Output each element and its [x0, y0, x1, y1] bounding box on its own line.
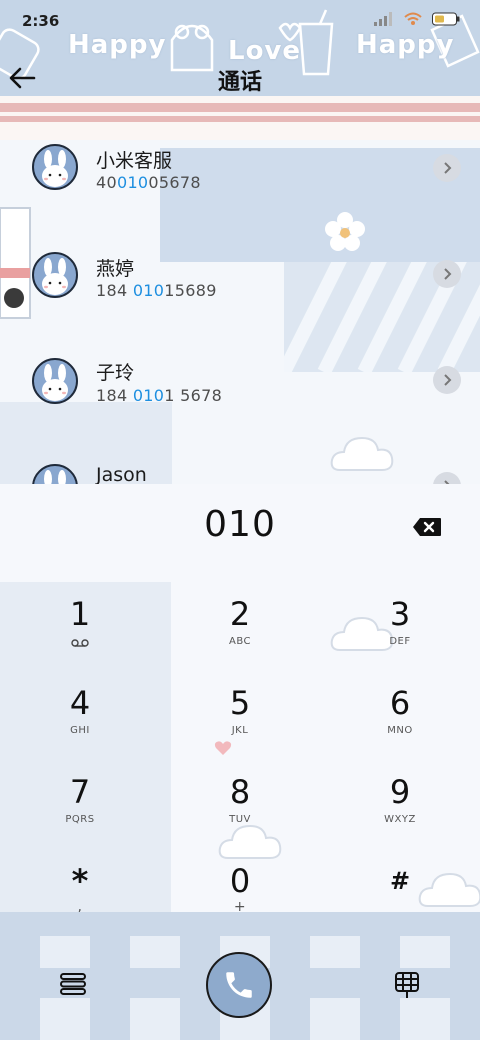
- backspace-icon[interactable]: [412, 517, 442, 537]
- contact-row[interactable]: 小米客服 4001005678: [0, 140, 480, 240]
- chevron-right-icon[interactable]: [433, 366, 461, 394]
- dial-key-6[interactable]: 6 MNO: [320, 671, 480, 760]
- battery-icon: [432, 12, 460, 26]
- contact-number: 184 01015689: [96, 281, 217, 300]
- key-letters: JKL: [231, 725, 249, 736]
- voicemail-icon: [71, 639, 89, 647]
- dial-key-4[interactable]: 4 GHI: [0, 671, 160, 760]
- key-digit: #: [389, 867, 411, 895]
- contact-row[interactable]: 子玲 184 0101 5678: [0, 356, 480, 456]
- contact-number: 184 0101 5678: [96, 386, 223, 405]
- chevron-right-icon[interactable]: [433, 154, 461, 182]
- key-letters: TUV: [229, 814, 251, 825]
- chevron-right-icon[interactable]: [433, 260, 461, 288]
- contact-name: 子玲: [96, 362, 135, 384]
- key-letters: MNO: [387, 725, 413, 736]
- dial-key-9[interactable]: 9 WXYZ: [320, 760, 480, 849]
- avatar: [32, 464, 78, 485]
- key-digit: 5: [229, 684, 251, 722]
- key-digit: 6: [389, 684, 411, 722]
- status-icons: [374, 12, 460, 26]
- header-deco-text: Happy: [356, 30, 455, 60]
- contact-list[interactable]: 小米客服 4001005678 燕婷 184 01015689 子玲 184 0…: [0, 140, 480, 485]
- header: Happy Love Happy 2:36 通话: [0, 0, 480, 96]
- contact-name: Jason: [96, 464, 147, 485]
- dialpad-icon[interactable]: [395, 972, 419, 1000]
- key-digit: 4: [69, 684, 91, 722]
- bunny-avatar-icon: [42, 258, 68, 295]
- contact-name: 小米客服: [96, 150, 173, 172]
- call-button[interactable]: [206, 952, 272, 1018]
- key-digit: 7: [69, 773, 91, 811]
- decorative-stripes: [0, 96, 480, 140]
- avatar: [32, 252, 78, 298]
- signal-icon: [374, 12, 392, 26]
- contact-name: 燕婷: [96, 258, 135, 280]
- wifi-icon: [404, 12, 422, 25]
- key-letters: GHI: [70, 725, 90, 736]
- contact-number: 4001005678: [96, 173, 201, 192]
- phone-icon: [226, 972, 252, 998]
- contact-row[interactable]: 燕婷 184 01015689: [0, 248, 480, 348]
- key-letters: DEF: [389, 636, 411, 647]
- key-letters: WXYZ: [384, 814, 416, 825]
- header-deco-text: Happy: [68, 30, 167, 60]
- dial-key-5[interactable]: 5 JKL: [160, 671, 320, 760]
- key-digit: *: [71, 862, 89, 900]
- bunny-avatar-icon: [42, 150, 68, 187]
- bunny-avatar-icon: [44, 470, 66, 485]
- dial-key-8[interactable]: 8 TUV: [160, 760, 320, 849]
- key-letters: ABC: [228, 636, 251, 647]
- dial-key-3[interactable]: 3 DEF: [320, 582, 480, 671]
- avatar: [32, 358, 78, 404]
- dial-key-7[interactable]: 7 PQRS: [0, 760, 160, 849]
- menu-icon[interactable]: [60, 972, 86, 996]
- key-digit: 1: [69, 595, 91, 633]
- avatar: [32, 144, 78, 190]
- page-title: 通话: [217, 70, 262, 95]
- key-digit: 3: [389, 595, 411, 633]
- key-digit: 2: [229, 595, 251, 633]
- key-digit: 0: [229, 862, 251, 900]
- dial-key-2[interactable]: 2 ABC: [160, 582, 320, 671]
- dial-key-1[interactable]: 1: [0, 582, 160, 671]
- key-digit: 8: [229, 773, 251, 811]
- header-deco-text: Love: [228, 36, 302, 66]
- contact-row[interactable]: Jason: [0, 462, 480, 485]
- bunny-avatar-icon: [42, 364, 68, 401]
- dial-input[interactable]: 010: [0, 504, 480, 545]
- key-digit: 9: [389, 773, 411, 811]
- key-letters: PQRS: [65, 814, 95, 825]
- status-time: 2:36: [22, 12, 60, 30]
